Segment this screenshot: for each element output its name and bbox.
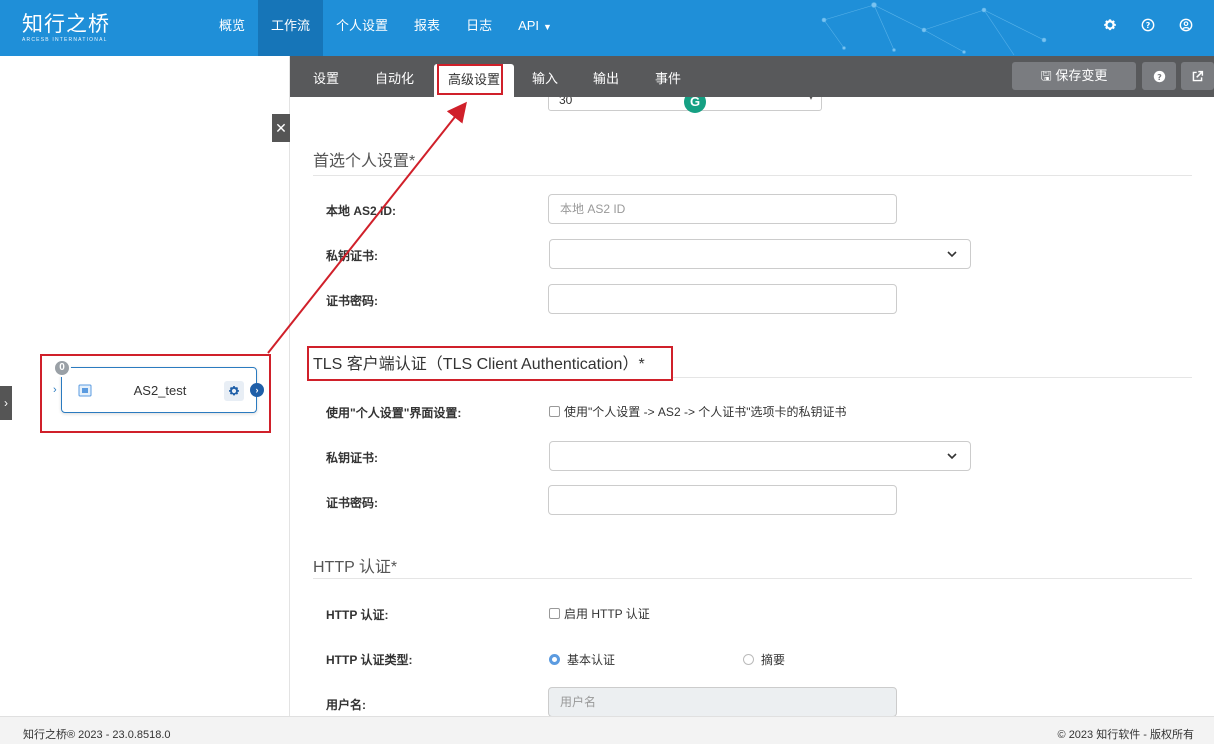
tab-automation[interactable]: 自动化: [375, 56, 414, 97]
help-icon[interactable]: ?: [1140, 17, 1156, 33]
main-nav: 概览 工作流 个人设置 报表 日志 API ▼: [206, 0, 565, 56]
divider: [313, 175, 1192, 176]
auth-type-basic-label: 基本认证: [567, 653, 616, 667]
divider: [313, 578, 1192, 579]
chevron-down-icon: [947, 251, 957, 258]
svg-text:?: ?: [1146, 21, 1151, 30]
gear-icon[interactable]: [1102, 17, 1118, 33]
local-as2-id-input[interactable]: 本地 AS2 ID: [548, 194, 897, 224]
auth-type-label: HTTP 认证类型:: [326, 653, 413, 667]
top-icons: ?: [1102, 17, 1194, 33]
auth-type-basic-row[interactable]: 基本认证: [549, 651, 615, 668]
username-label: 用户名:: [326, 698, 366, 712]
local-as2-id-placeholder: 本地 AS2 ID: [560, 202, 626, 216]
tab-output[interactable]: 输出: [593, 56, 619, 97]
nav-reports[interactable]: 报表: [401, 0, 453, 56]
username-placeholder: 用户名: [560, 695, 597, 709]
http-auth-checkbox[interactable]: [549, 608, 560, 619]
node-badge: 0: [53, 359, 71, 377]
auth-type-digest-row[interactable]: 摘要: [743, 651, 785, 668]
tab-settings[interactable]: 设置: [313, 56, 339, 97]
use-profile-checkbox-row[interactable]: 使用"个人设置 -> AS2 -> 个人证书"选项卡的私钥证书: [549, 403, 847, 420]
open-external-button[interactable]: [1181, 62, 1214, 90]
expand-sidebar-button[interactable]: ›: [0, 386, 12, 420]
close-panel-button[interactable]: ✕: [272, 114, 290, 142]
nav-logs[interactable]: 日志: [453, 0, 505, 56]
workflow-node[interactable]: 0 › AS2_test ›: [53, 359, 264, 413]
section-title-preferred: 首选个人设置*: [313, 153, 416, 170]
use-profile-checkbox-label: 使用"个人设置 -> AS2 -> 个人证书"选项卡的私钥证书: [564, 405, 847, 419]
app-logo[interactable]: 知行之桥 ARCESB INTERNATIONAL: [22, 12, 110, 43]
help-circle-icon: ?: [1153, 70, 1165, 82]
save-label: 保存变更: [1055, 68, 1108, 83]
help-button[interactable]: ?: [1142, 62, 1176, 90]
node-gear-icon: [229, 386, 239, 396]
cert-password-label: 证书密码:: [326, 294, 378, 308]
tls-private-cert-label: 私钥证书:: [326, 451, 378, 465]
tab-highlight-box: [437, 64, 503, 95]
select-caret-icon: ▾: [808, 97, 813, 102]
svg-text:?: ?: [1157, 71, 1162, 81]
save-changes-button[interactable]: 🖫 保存变更: [1012, 62, 1136, 90]
footer-copyright: © 2023 知行软件 - 版权所有: [1057, 729, 1194, 741]
settings-content[interactable]: 30 ▾ G 首选个人设置* 本地 AS2 ID: 本地 AS2 ID 私钥证书…: [290, 97, 1214, 716]
auth-type-basic-radio[interactable]: [549, 654, 560, 665]
input-port-icon[interactable]: ›: [53, 384, 57, 396]
network-decoration: [821, 2, 1047, 56]
nav-api[interactable]: API ▼: [505, 0, 565, 56]
tab-events[interactable]: 事件: [655, 56, 681, 97]
tls-private-cert-select[interactable]: [549, 441, 971, 471]
caret-down-icon: ▼: [543, 22, 552, 32]
logo-subtext: ARCESB INTERNATIONAL: [22, 37, 108, 43]
http-auth-label: HTTP 认证:: [326, 608, 389, 622]
partial-select-value: 30: [559, 97, 573, 107]
use-profile-label: 使用"个人设置"界面设置:: [326, 406, 462, 420]
http-auth-checkbox-row[interactable]: 启用 HTTP 认证: [549, 605, 650, 622]
nav-profile[interactable]: 个人设置: [323, 0, 401, 56]
node-settings-button[interactable]: [224, 381, 244, 401]
section-title-http: HTTP 认证*: [313, 559, 398, 576]
divider: [673, 377, 1192, 378]
tls-cert-password-label: 证书密码:: [326, 496, 378, 510]
output-port-icon[interactable]: ›: [250, 383, 264, 397]
nav-overview[interactable]: 概览: [206, 0, 258, 56]
external-link-icon: [1192, 70, 1204, 81]
footer: 知行之桥® 2023 - 23.0.8518.0 © 2023 知行软件 - 版…: [0, 716, 1214, 744]
private-cert-label: 私钥证书:: [326, 249, 378, 263]
logo-text: 知行之桥: [22, 12, 110, 36]
private-cert-select[interactable]: [549, 239, 971, 269]
top-navbar: 知行之桥 ARCESB INTERNATIONAL 概览 工作流 个人设置 报表…: [0, 0, 1214, 56]
use-profile-checkbox[interactable]: [549, 406, 560, 417]
username-input[interactable]: 用户名: [548, 687, 897, 716]
auth-type-digest-radio[interactable]: [743, 654, 754, 665]
user-icon[interactable]: [1178, 17, 1194, 33]
footer-version: 知行之桥® 2023 - 23.0.8518.0: [23, 729, 171, 741]
tls-cert-password-input[interactable]: [548, 485, 897, 515]
nav-api-label: API: [518, 18, 540, 33]
nav-workflow[interactable]: 工作流: [258, 0, 324, 56]
local-as2-id-label: 本地 AS2 ID:: [326, 204, 397, 218]
save-icon: 🖫: [1040, 68, 1052, 83]
http-auth-checkbox-label: 启用 HTTP 认证: [564, 607, 650, 621]
tls-highlight-box: [307, 346, 673, 381]
tab-input[interactable]: 输入: [532, 56, 558, 97]
chevron-down-icon: [947, 453, 957, 460]
cert-password-input[interactable]: [548, 284, 897, 314]
auth-type-digest-label: 摘要: [761, 653, 786, 667]
